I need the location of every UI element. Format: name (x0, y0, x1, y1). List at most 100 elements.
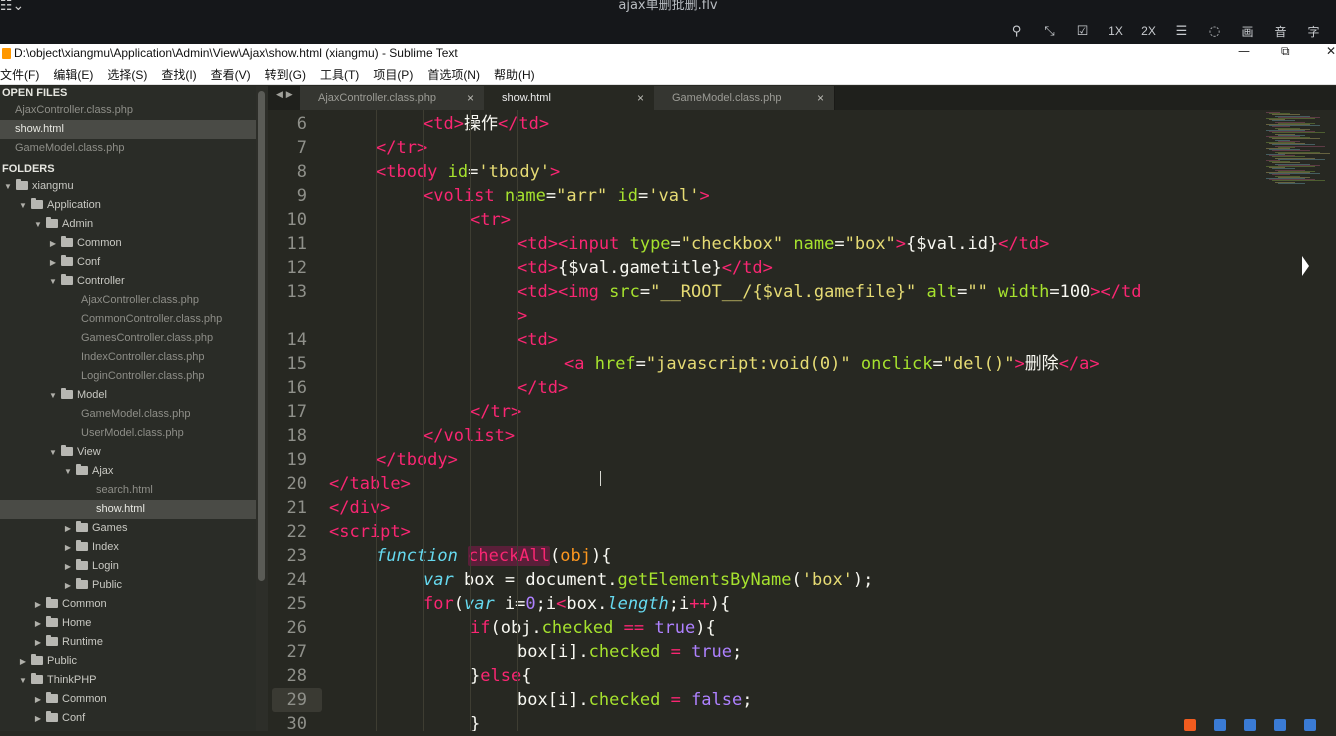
tab-gamemodel-class-php[interactable]: GameModel.class.php × (654, 86, 835, 110)
tab-ajaxcontroller-class-php[interactable]: AjaxController.class.php × (300, 86, 485, 110)
tree-folder[interactable]: ▶ Runtime (0, 633, 256, 652)
caret-right-icon[interactable]: ▶ (48, 253, 58, 272)
minimize-icon[interactable]: — (1238, 44, 1250, 58)
caret-down-icon[interactable]: ▼ (63, 462, 73, 481)
tree-file[interactable]: IndexController.class.php (0, 348, 256, 367)
tree-folder[interactable]: ▼ ThinkPHP (0, 671, 256, 690)
menu-item-0[interactable]: 文件(F) (0, 66, 46, 83)
menu-item-4[interactable]: 查看(V) (211, 66, 258, 83)
tree-folder[interactable]: ▶ Public (0, 652, 256, 671)
player-control-3[interactable]: 1X (1099, 24, 1132, 38)
caret-down-icon[interactable]: ▼ (48, 386, 58, 405)
caret-right-icon[interactable]: ▶ (63, 519, 73, 538)
player-control-7[interactable]: 画 (1231, 23, 1264, 40)
code-token: checked (588, 690, 661, 710)
menu-item-8[interactable]: 首选项(N) (427, 66, 487, 83)
folder-icon (46, 597, 58, 608)
tree-file[interactable]: GamesController.class.php (0, 329, 256, 348)
tab-close-icon[interactable]: × (637, 86, 644, 110)
tree-folder[interactable]: ▶ Conf (0, 253, 256, 272)
caret-down-icon[interactable]: ▼ (18, 196, 28, 215)
code-token: = (932, 354, 943, 374)
code-token: </tr> (376, 138, 428, 158)
pin-icon[interactable]: ⚲ (1000, 24, 1033, 39)
bulb-icon[interactable]: ◌ (1198, 24, 1231, 39)
caret-down-icon[interactable]: ▼ (3, 177, 13, 196)
caret-right-icon[interactable]: ▶ (33, 633, 43, 652)
sidebar-scrollbar[interactable] (256, 86, 268, 731)
close-icon[interactable]: ✕ (1326, 44, 1336, 58)
tree-file[interactable]: AjaxController.class.php (0, 291, 256, 310)
tree-folder[interactable]: ▼ View (0, 443, 256, 462)
caret-right-icon[interactable]: ▶ (33, 709, 43, 728)
tree-file[interactable]: search.html (0, 481, 256, 500)
tree-folder[interactable]: ▼ Ajax (0, 462, 256, 481)
tab-show-html[interactable]: show.html × (484, 86, 655, 110)
tree-file[interactable]: CommonController.class.php (0, 310, 256, 329)
caret-right-icon[interactable]: ▶ (63, 576, 73, 595)
tab-nav-arrows-icon[interactable]: ◀ ▶ (276, 90, 293, 100)
tree-folder[interactable]: ▶ Games (0, 519, 256, 538)
caret-down-icon[interactable]: ▼ (33, 215, 43, 234)
player-control-9[interactable]: 字 (1297, 23, 1330, 40)
maximize-icon[interactable]: ⧉ (1281, 44, 1290, 59)
fullscreen-icon[interactable]: ⤡ (1033, 24, 1066, 39)
keyboard-tray-icon[interactable] (1274, 719, 1286, 731)
tree-file[interactable]: LoginController.class.php (0, 367, 256, 386)
menu-item-2[interactable]: 选择(S) (107, 66, 154, 83)
tree-folder[interactable]: ▼ Controller (0, 272, 256, 291)
ime-tray-icon[interactable] (1214, 719, 1226, 731)
code-line: > (517, 304, 527, 328)
tree-folder[interactable]: ▶ Conf (0, 709, 256, 728)
code-token: } (470, 666, 481, 686)
tree-folder[interactable]: ▶ Index (0, 538, 256, 557)
scrollbar-thumb[interactable] (258, 91, 265, 581)
tree-folder[interactable]: ▼ Model (0, 386, 256, 405)
code-token: checked (588, 642, 661, 662)
mic-tray-icon[interactable] (1244, 719, 1256, 731)
tree-file[interactable]: GameModel.class.php (0, 405, 256, 424)
tree-folder[interactable]: ▶ Common (0, 690, 256, 709)
tree-file[interactable]: show.html (0, 500, 256, 519)
caret-down-icon[interactable]: ▼ (48, 272, 58, 291)
caret-down-icon[interactable]: ▼ (18, 671, 28, 690)
menu-item-7[interactable]: 项目(P) (373, 66, 420, 83)
tree-folder[interactable]: ▶ Common (0, 234, 256, 253)
menu-item-6[interactable]: 工具(T) (320, 66, 366, 83)
code-line: <tbody id='tbody'> (376, 160, 560, 184)
menu-item-5[interactable]: 转到(G) (265, 66, 313, 83)
tree-folder[interactable]: ▼ Application (0, 196, 256, 215)
app-tray-icon[interactable] (1184, 719, 1196, 731)
tree-file[interactable]: UserModel.class.php (0, 424, 256, 443)
tree-folder[interactable]: ▶ Common (0, 595, 256, 614)
caret-right-icon[interactable]: ▶ (48, 234, 58, 253)
caret-down-icon[interactable]: ▼ (48, 443, 58, 462)
tree-folder[interactable]: ▶ Login (0, 557, 256, 576)
caret-right-icon[interactable]: ▶ (63, 557, 73, 576)
tree-folder[interactable]: ▶ Public (0, 576, 256, 595)
open-file-item[interactable]: show.html (0, 120, 256, 139)
code-editor[interactable]: <td>操作</td> </tr> <tbody id='tbody'> <volis… (329, 110, 1259, 731)
tab-close-icon[interactable]: × (467, 86, 474, 110)
player-control-8[interactable]: 音 (1264, 23, 1297, 40)
menu-item-1[interactable]: 编辑(E) (53, 66, 100, 83)
open-file-item[interactable]: GameModel.class.php (0, 139, 256, 158)
caret-right-icon[interactable]: ▶ (33, 614, 43, 633)
menu-item-3[interactable]: 查找(I) (161, 66, 203, 83)
tree-folder[interactable]: ▼ xiangmu (0, 177, 255, 196)
tab-close-icon[interactable]: × (817, 86, 824, 110)
caret-right-icon[interactable]: ▶ (33, 595, 43, 614)
minimap[interactable] (1258, 110, 1336, 190)
tree-folder[interactable]: ▼ Admin (0, 215, 256, 234)
caret-right-icon[interactable]: ▶ (18, 652, 28, 671)
settings-tray-icon[interactable] (1304, 719, 1316, 731)
check-icon[interactable]: ☑ (1066, 24, 1099, 39)
tree-folder[interactable]: ▶ Home (0, 614, 256, 633)
menu-item-9[interactable]: 帮助(H) (494, 66, 542, 83)
list-icon[interactable]: ☰ (1165, 24, 1198, 39)
open-file-item[interactable]: AjaxController.class.php (0, 101, 256, 120)
caret-right-icon[interactable]: ▶ (63, 538, 73, 557)
caret-right-icon[interactable]: ▶ (33, 690, 43, 709)
player-control-4[interactable]: 2X (1132, 24, 1165, 38)
